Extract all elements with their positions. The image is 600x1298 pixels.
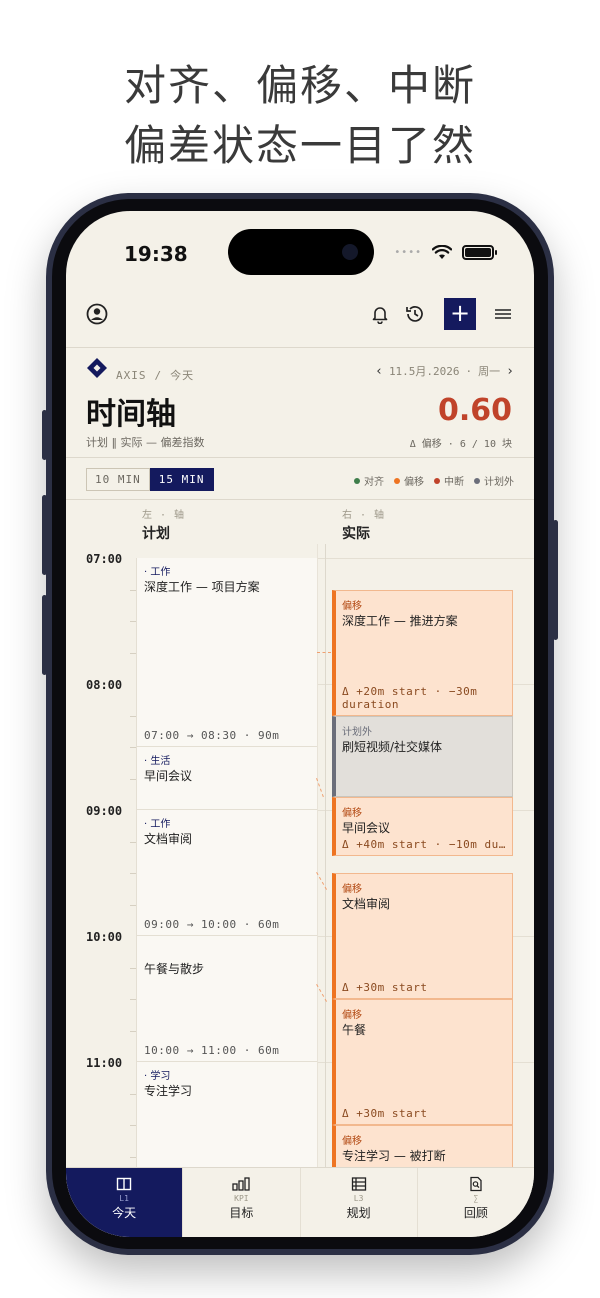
actual-block-deep-work[interactable]: 偏移 深度工作 — 推进方案 Δ +20m start · −30m durat…: [332, 590, 513, 716]
history-icon[interactable]: [405, 304, 425, 324]
phone-volume-down: [42, 595, 47, 675]
hour-label: 10:00: [86, 930, 123, 944]
plan-block-doc-review[interactable]: · 工作 文档审阅 09:00 → 10:00 · 60m: [136, 810, 317, 936]
hour-label: 07:00: [86, 552, 123, 566]
prev-day-icon[interactable]: ‹: [375, 364, 383, 379]
document-search-icon: [418, 1176, 534, 1192]
diamond-logo-icon: [87, 358, 107, 378]
promo-headline-2: 偏差状态一目了然: [123, 121, 476, 170]
subheader-divider: [66, 457, 534, 458]
header-divider: [66, 347, 534, 348]
phone-side-button: [42, 410, 47, 460]
profile-icon[interactable]: [86, 303, 108, 325]
current-weekday: 周一: [478, 365, 501, 378]
bottom-tab-bar: L1 今天 KPI 目标 L3 规划 ∑ 回顾: [66, 1167, 534, 1237]
date-navigator: ‹ 11.5月.2026 · 周一 ›: [375, 363, 514, 379]
brand-name: AXIS: [116, 368, 147, 382]
breadcrumb-today[interactable]: 今天: [170, 367, 194, 383]
hour-label: 11:00: [86, 1056, 123, 1070]
timeline[interactable]: 07:00 08:00 09:00 10:00 11:00 · 工作 深度工作 …: [66, 544, 534, 1167]
page-title: 时间轴: [86, 397, 176, 432]
plan-column-edge: [317, 544, 318, 1167]
next-day-icon[interactable]: ›: [506, 364, 514, 379]
plus-icon: +: [449, 299, 471, 327]
bell-icon[interactable]: [370, 304, 390, 324]
legend-dot: [394, 477, 400, 484]
plan-block-deep-work[interactable]: · 工作 深度工作 — 项目方案 07:00 → 08:30 · 90m: [136, 558, 317, 747]
top-nav: +: [66, 295, 534, 335]
breadcrumb: AXIS / 今天: [86, 353, 194, 383]
actual-block-morning-meeting[interactable]: 偏移 早间会议 Δ +40m start · −10m duration: [332, 797, 513, 856]
actual-block-lunch[interactable]: 偏移 午餐 Δ +30m start: [332, 999, 513, 1125]
page-subtitle: 计划 ‖ 实际 — 偏差指数: [86, 436, 205, 449]
signal-dots-icon: ••••: [394, 247, 422, 258]
panel-icon: [66, 1176, 182, 1192]
legend-interrupted: 中断: [434, 473, 464, 488]
tab-review[interactable]: ∑ 回顾: [418, 1168, 534, 1237]
plan-block-lunch-walk[interactable]: 午餐与散步 10:00 → 11:00 · 60m: [136, 936, 317, 1062]
hour-label: 08:00: [86, 678, 123, 692]
zoom-toggle: 10 MIN 15 MIN: [86, 468, 214, 491]
bars-icon: [183, 1176, 299, 1192]
zoom-15-min[interactable]: 15 MIN: [149, 468, 214, 491]
legend-dot: [354, 477, 360, 484]
actual-block-doc-review[interactable]: 偏移 文档审阅 Δ +30m start: [332, 873, 513, 999]
actual-axis-header: 右 · 轴 实际: [342, 510, 386, 542]
status-time: 19:38: [124, 242, 188, 266]
breadcrumb-separator: /: [154, 368, 163, 382]
legend-aligned: 对齐: [354, 473, 384, 488]
legend-divider: [66, 499, 534, 500]
dynamic-island: [228, 229, 374, 275]
actual-block-focus-study[interactable]: 偏移 专注学习 — 被打断: [332, 1125, 513, 1167]
promo-headline-1: 对齐、偏移、中断: [123, 61, 476, 110]
zoom-10-min[interactable]: 10 MIN: [86, 468, 150, 491]
battery-icon: [462, 245, 497, 260]
status-legend: 对齐 偏移 中断 计划外: [354, 473, 514, 488]
axis-divider: [325, 544, 326, 1167]
tab-planning[interactable]: L3 规划: [301, 1168, 418, 1237]
actual-block-short-video[interactable]: 计划外 刷短视频/社交媒体: [332, 716, 513, 797]
plan-block-focus-study[interactable]: · 学习 专注学习: [136, 1062, 317, 1167]
wifi-icon: [432, 245, 452, 259]
legend-unplanned: 计划外: [474, 473, 514, 488]
phone-power-button: [553, 520, 558, 640]
current-date: 11.5月.2026: [388, 365, 460, 378]
legend-offset: 偏移: [394, 473, 424, 488]
hour-label: 09:00: [86, 804, 123, 818]
status-icons: ••••: [394, 245, 497, 260]
tab-today[interactable]: L1 今天: [66, 1168, 184, 1237]
tab-goals[interactable]: KPI 目标: [183, 1168, 301, 1237]
plan-block-morning-meeting[interactable]: · 生活 早间会议: [136, 747, 317, 810]
add-block-button[interactable]: +: [444, 298, 476, 330]
deviation-index: 0.60: [437, 393, 512, 428]
menu-icon[interactable]: [494, 306, 512, 322]
legend-dot: [434, 477, 440, 484]
legend-dot: [474, 477, 480, 484]
app-screen: 19:38 •••• + AXIS / 今天 ‹ 11.5月.2026 · 周一…: [66, 211, 534, 1237]
stack-icon: [301, 1176, 417, 1192]
offset-summary: Δ 偏移 · 6 / 10 块: [409, 439, 512, 450]
plan-axis-header: 左 · 轴 计划: [142, 510, 186, 542]
phone-volume-up: [42, 495, 47, 575]
offset-connector: [317, 652, 331, 653]
